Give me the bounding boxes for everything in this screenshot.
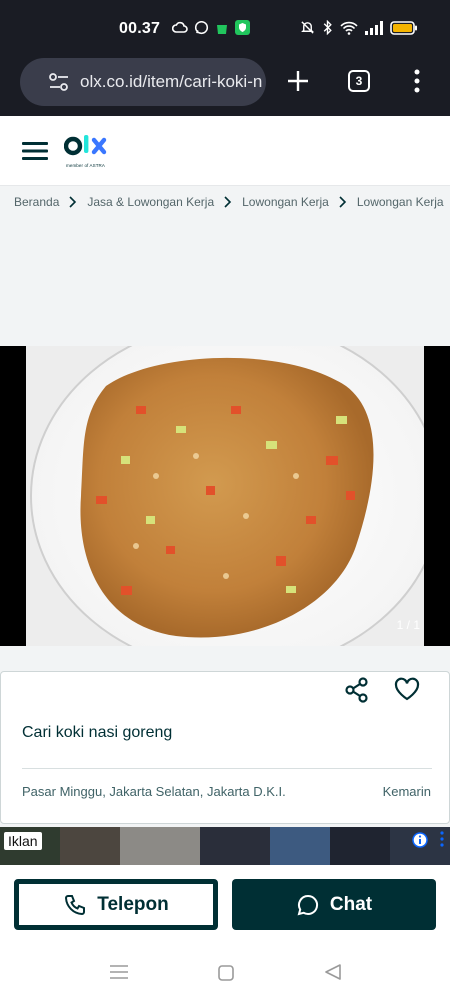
url-text[interactable]: olx.co.id/item/cari-koki-n (80, 72, 263, 92)
wifi-icon (340, 21, 358, 35)
chat-bubble-icon (297, 894, 318, 915)
fried-rice-illustration (26, 346, 424, 646)
recent-apps-icon[interactable] (110, 965, 128, 979)
ad-banner[interactable]: Iklan (0, 827, 450, 865)
image-gallery[interactable]: 1 / 1 (0, 346, 450, 646)
listing-card: Cari koki nasi goreng Pasar Minggu, Jaka… (0, 671, 450, 824)
chat-label: Chat (329, 893, 373, 915)
status-time: 00.37 (119, 20, 161, 37)
home-icon[interactable] (218, 965, 234, 981)
photo-counter: 1 / 1 (396, 618, 420, 632)
battery-icon (390, 20, 417, 35)
whatsapp-icon (194, 20, 209, 35)
ad-image (0, 827, 450, 865)
more-options-icon[interactable] (414, 69, 420, 93)
listing-photo[interactable] (26, 346, 424, 646)
breadcrumb-item-lowongan-kerja[interactable]: Lowongan Kerja (242, 195, 329, 209)
bluetooth-icon (323, 20, 332, 35)
favorite-heart-icon[interactable] (393, 675, 421, 703)
breadcrumb-item-lowongan-kerja-2[interactable]: Lowongan Kerja (357, 195, 444, 209)
status-bar: 00.37 (0, 0, 450, 58)
mute-icon (301, 21, 314, 34)
share-icon[interactable] (343, 676, 371, 704)
divider (22, 768, 432, 769)
ad-label: Iklan (4, 832, 42, 850)
listing-title: Cari koki nasi goreng (22, 724, 173, 741)
back-icon[interactable] (324, 964, 342, 980)
phone-icon (65, 894, 86, 915)
telepon-label: Telepon (97, 893, 169, 915)
browser-toolbar: olx.co.id/item/cari-koki-n 3 (0, 58, 450, 116)
logo-subtitle: member of ASTRA (66, 163, 106, 168)
olx-logo[interactable] (64, 134, 112, 162)
chevron-right-icon (69, 196, 77, 208)
status-right-icons (300, 20, 418, 35)
shopee-icon (217, 25, 227, 34)
cloud-sync-icon (172, 21, 188, 33)
telepon-button[interactable]: Telepon (14, 879, 218, 930)
shield-app-icon (235, 20, 250, 35)
listing-date: Kemarin (382, 784, 431, 799)
address-bar[interactable]: olx.co.id/item/cari-koki-n (20, 58, 266, 106)
ad-more-icon[interactable] (440, 831, 444, 847)
chevron-right-icon (339, 196, 347, 208)
signal-icon (365, 20, 383, 35)
status-left-icons (172, 20, 250, 35)
site-settings-icon[interactable] (48, 72, 70, 92)
system-nav-bar (0, 945, 450, 1000)
hamburger-menu-icon[interactable] (22, 141, 48, 161)
breadcrumb-item-beranda[interactable]: Beranda (14, 195, 59, 209)
breadcrumb: Beranda Jasa & Lowongan Kerja Lowongan K… (14, 195, 444, 209)
page: 00.37 olx.co.id/item/cari-koki-n 3 membe… (0, 0, 450, 1000)
new-tab-plus-icon[interactable] (286, 69, 310, 93)
ad-info-icon[interactable] (412, 832, 428, 848)
site-header: member of ASTRA (0, 116, 450, 186)
listing-location: Pasar Minggu, Jakarta Selatan, Jakarta D… (22, 784, 286, 799)
chevron-right-icon (224, 196, 232, 208)
breadcrumb-item-jasa-lowongan[interactable]: Jasa & Lowongan Kerja (87, 195, 214, 209)
contact-action-bar: Telepon Chat (0, 865, 450, 945)
chat-button[interactable]: Chat (232, 879, 436, 930)
tab-switcher-button[interactable]: 3 (348, 70, 370, 92)
